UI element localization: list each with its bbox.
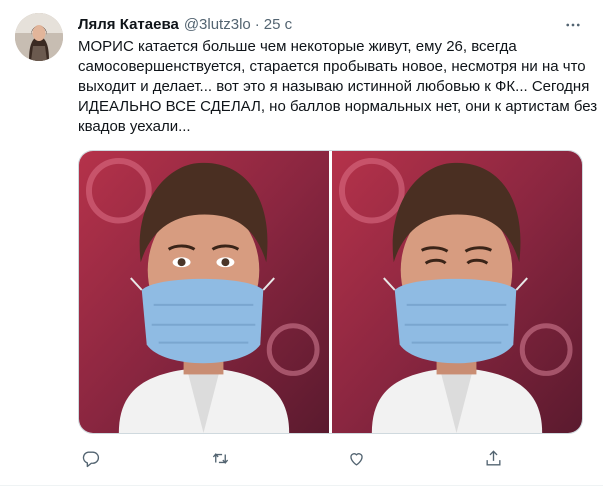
tweet-media (78, 150, 583, 434)
tweet-timestamp[interactable]: 25 с (264, 16, 292, 33)
share-icon (485, 449, 501, 466)
tweet[interactable]: Ляля Катаева @3lutz3lo · 25 с МОРИС ката… (0, 0, 603, 486)
photo-image (332, 151, 582, 433)
author-handle[interactable]: @3lutz3lo (184, 16, 251, 33)
media-photo-left[interactable] (79, 151, 329, 433)
like-icon (349, 452, 363, 466)
like-button[interactable] (344, 446, 368, 470)
tweet-text-line: квадов уехали... (78, 118, 191, 135)
share-button[interactable] (481, 446, 505, 470)
tweet-actions (78, 446, 583, 470)
tweet-text: МОРИС катается больше чем некоторые живу… (78, 37, 598, 137)
avatar[interactable] (15, 13, 63, 61)
retweet-button[interactable] (208, 446, 232, 470)
tweet-text-line: самосовершенствуется, старается пробыват… (78, 58, 586, 75)
reply-icon (82, 450, 99, 467)
reply-button[interactable] (78, 446, 102, 470)
media-photo-right[interactable] (332, 151, 582, 433)
more-icon (566, 23, 580, 27)
more-button[interactable] (560, 12, 586, 38)
tweet-text-line: МОРИС катается больше чем некоторые живу… (78, 38, 517, 55)
retweet-icon (212, 452, 228, 464)
separator-dot: · (254, 15, 260, 33)
tweet-header: Ляля Катаева @3lutz3lo · 25 с (78, 14, 292, 34)
photo-image (79, 151, 329, 433)
tweet-text-line: выходит и делает... вот это я называю ис… (78, 78, 590, 95)
author-name[interactable]: Ляля Катаева (78, 16, 179, 33)
tweet-text-line: ИДЕАЛЬНО ВСЕ СДЕЛАЛ, но баллов нормальны… (78, 98, 598, 115)
avatar-image (15, 13, 63, 61)
